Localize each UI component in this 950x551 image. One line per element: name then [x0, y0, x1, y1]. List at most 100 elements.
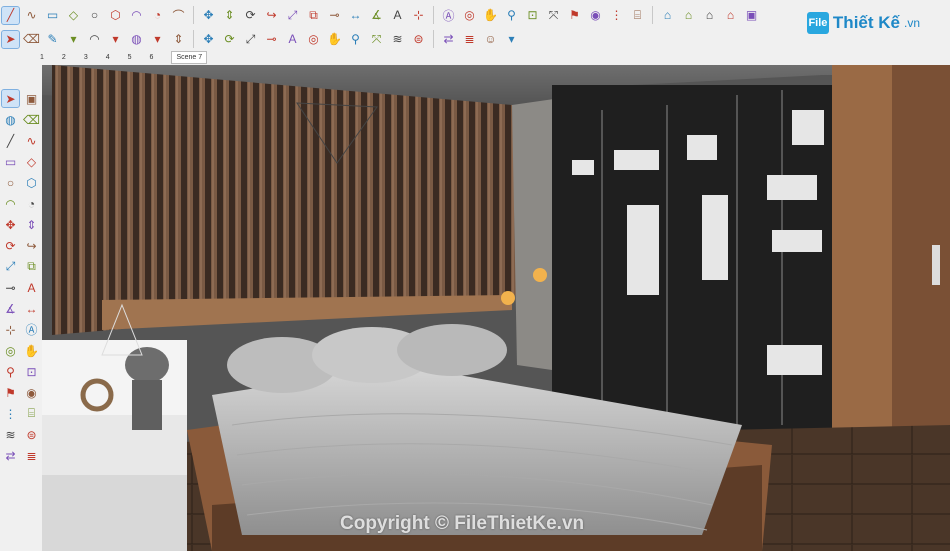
- pushpull-icon[interactable]: ⇕: [23, 216, 40, 233]
- rotate-icon[interactable]: ⟳: [2, 237, 19, 254]
- pencil-icon[interactable]: ✎: [44, 31, 61, 48]
- line-icon[interactable]: ╱: [2, 132, 19, 149]
- move-icon[interactable]: ✥: [2, 216, 19, 233]
- move-icon[interactable]: ✥: [200, 31, 217, 48]
- stamp-icon[interactable]: ⊜: [410, 31, 427, 48]
- zoom-extents-icon[interactable]: ⤧: [368, 31, 385, 48]
- rotated-rect-icon[interactable]: ◇: [23, 153, 40, 170]
- dimension-icon[interactable]: ↔: [347, 7, 364, 24]
- arc-icon[interactable]: ◠: [2, 195, 19, 212]
- extension-icon[interactable]: ⌂: [680, 7, 697, 24]
- orbit-icon[interactable]: ◎: [2, 342, 19, 359]
- layers-icon[interactable]: ≣: [461, 31, 478, 48]
- dropdown-icon[interactable]: ▾: [107, 31, 124, 48]
- pushpull-icon[interactable]: ⇕: [170, 31, 187, 48]
- offset-icon[interactable]: ⧉: [305, 7, 322, 24]
- freehand-icon[interactable]: ∿: [23, 132, 40, 149]
- scene-number-2[interactable]: 2: [62, 54, 66, 61]
- scale-icon[interactable]: ⤢: [284, 7, 301, 24]
- freehand-icon[interactable]: ∿: [23, 7, 40, 24]
- circle-icon[interactable]: ○: [86, 7, 103, 24]
- tape-icon[interactable]: ⊸: [2, 279, 19, 296]
- zoom-icon[interactable]: ⚲: [347, 31, 364, 48]
- polygon-icon[interactable]: ⬡: [23, 174, 40, 191]
- sandbox-icon[interactable]: ≋: [2, 426, 19, 443]
- axes-icon[interactable]: ⊹: [2, 321, 19, 338]
- orbit-icon[interactable]: ◎: [461, 7, 478, 24]
- text-icon[interactable]: A: [284, 31, 301, 48]
- zoomwindow-icon[interactable]: ⊡: [23, 363, 40, 380]
- tape-icon[interactable]: ⊸: [263, 31, 280, 48]
- pie-icon[interactable]: ◔: [23, 195, 40, 212]
- move-icon[interactable]: ✥: [200, 7, 217, 24]
- eraser-icon[interactable]: ⌫: [23, 31, 40, 48]
- rotate-icon[interactable]: ⟳: [221, 31, 238, 48]
- orbit-icon[interactable]: ◎: [305, 31, 322, 48]
- zoomextents-icon[interactable]: ⤧: [545, 7, 562, 24]
- scene-number-4[interactable]: 4: [106, 54, 110, 61]
- axes-icon[interactable]: ⊹: [410, 7, 427, 24]
- dropdown-icon[interactable]: ▾: [503, 31, 520, 48]
- component-icon[interactable]: ▣: [23, 90, 40, 107]
- user-icon[interactable]: ☺: [482, 31, 499, 48]
- followme-icon[interactable]: ↪: [263, 7, 280, 24]
- walk-icon[interactable]: ⋮: [608, 7, 625, 24]
- zoomwindow-icon[interactable]: ⊡: [524, 7, 541, 24]
- zoom-icon[interactable]: ⚲: [2, 363, 19, 380]
- arc3-icon[interactable]: ⌒: [170, 7, 187, 24]
- lookaround-icon[interactable]: ◉: [23, 384, 40, 401]
- protractor-icon[interactable]: ∡: [2, 300, 19, 317]
- layers-icon[interactable]: ≣: [23, 447, 40, 464]
- walk-icon[interactable]: ⋮: [2, 405, 19, 422]
- followme-icon[interactable]: ↪: [23, 237, 40, 254]
- zoom-icon[interactable]: ⚲: [503, 7, 520, 24]
- position-camera-icon[interactable]: ⚑: [2, 384, 19, 401]
- scene-number-5[interactable]: 5: [128, 54, 132, 61]
- house-icon[interactable]: ⌂: [701, 7, 718, 24]
- 3d-viewport[interactable]: [42, 65, 950, 551]
- flip-icon[interactable]: ⇄: [440, 31, 457, 48]
- dimension-icon[interactable]: ↔: [23, 300, 40, 317]
- pan-icon[interactable]: ✋: [23, 342, 40, 359]
- section-icon[interactable]: ⌸: [629, 7, 646, 24]
- protractor-icon[interactable]: ∡: [368, 7, 385, 24]
- house2-icon[interactable]: ⌂: [722, 7, 739, 24]
- text-icon[interactable]: A: [389, 7, 406, 24]
- arc-icon[interactable]: ◠: [128, 7, 145, 24]
- select-icon[interactable]: ➤: [1, 29, 20, 49]
- scene-number-1[interactable]: 1: [40, 54, 44, 61]
- stamp-icon[interactable]: ⊜: [23, 426, 40, 443]
- scene-tab-active[interactable]: Scene 7: [171, 51, 208, 64]
- 3dtext-icon[interactable]: Ⓐ: [440, 7, 457, 24]
- sandbox-icon[interactable]: ≋: [389, 31, 406, 48]
- rotated-rect-icon[interactable]: ◇: [65, 7, 82, 24]
- paint-bucket-icon[interactable]: ◍: [128, 31, 145, 48]
- scene-number-6[interactable]: 6: [150, 54, 154, 61]
- select-icon[interactable]: ➤: [1, 89, 20, 108]
- polygon-icon[interactable]: ⬡: [107, 7, 124, 24]
- component-icon[interactable]: ▣: [743, 7, 760, 24]
- pie-icon[interactable]: ◔: [149, 7, 166, 24]
- paint-icon[interactable]: ◍: [2, 111, 19, 128]
- line-icon[interactable]: ╱: [1, 5, 20, 25]
- offset-icon[interactable]: ⧉: [23, 258, 40, 275]
- text-icon[interactable]: A: [23, 279, 40, 296]
- arc-tool-icon[interactable]: ◠: [86, 31, 103, 48]
- pan-icon[interactable]: ✋: [482, 7, 499, 24]
- dropdown-icon[interactable]: ▾: [149, 31, 166, 48]
- scale-icon[interactable]: ⤢: [2, 258, 19, 275]
- pan-icon[interactable]: ✋: [326, 31, 343, 48]
- circle-icon[interactable]: ○: [2, 174, 19, 191]
- position-camera-icon[interactable]: ⚑: [566, 7, 583, 24]
- eraser-icon[interactable]: ⌫: [23, 111, 40, 128]
- rotate-icon[interactable]: ⟳: [242, 7, 259, 24]
- scale-icon[interactable]: ⤢: [242, 31, 259, 48]
- dropdown-icon[interactable]: ▾: [65, 31, 82, 48]
- scene-number-3[interactable]: 3: [84, 54, 88, 61]
- rectangle-icon[interactable]: ▭: [44, 7, 61, 24]
- 3dtext-icon[interactable]: Ⓐ: [23, 321, 40, 338]
- pushpull-icon[interactable]: ⇕: [221, 7, 238, 24]
- rectangle-icon[interactable]: ▭: [2, 153, 19, 170]
- flip-icon[interactable]: ⇄: [2, 447, 19, 464]
- warehouse-icon[interactable]: ⌂: [659, 7, 676, 24]
